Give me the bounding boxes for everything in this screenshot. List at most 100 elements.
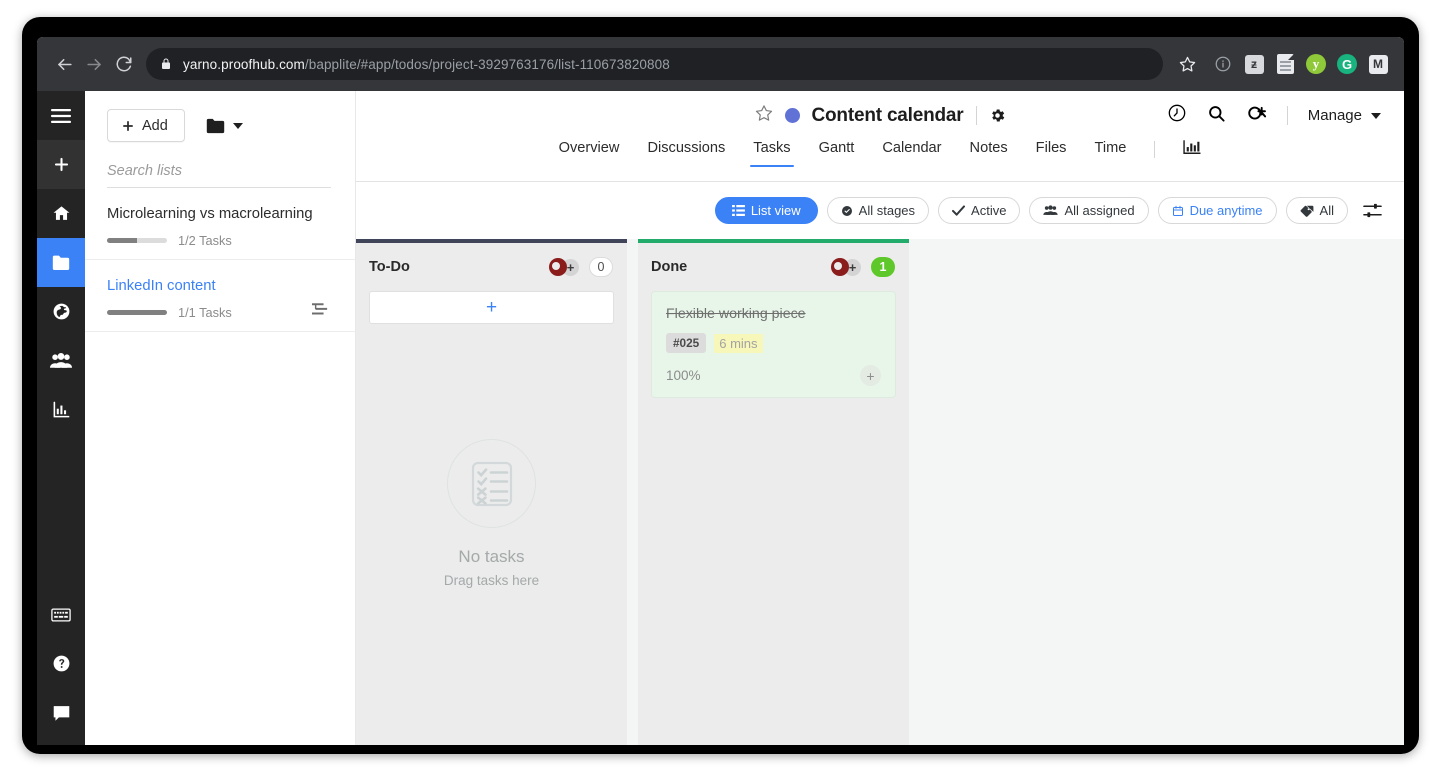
browser-viewport: yarno.proofhub.com/bapplite/#app/todos/p… bbox=[37, 37, 1404, 745]
list-item[interactable]: Microlearning vs macrolearning 1/2 Tasks bbox=[85, 188, 355, 260]
search-lists-field[interactable] bbox=[107, 162, 331, 188]
page-info-button[interactable] bbox=[1209, 50, 1237, 78]
sidebar-item-help[interactable] bbox=[37, 639, 85, 688]
timer-button[interactable] bbox=[1167, 103, 1187, 128]
column-task-count: 1 bbox=[871, 257, 895, 277]
tab-tasks[interactable]: Tasks bbox=[750, 140, 794, 167]
tab-notes[interactable]: Notes bbox=[970, 140, 1008, 166]
list-item-meta: 1/1 Tasks bbox=[107, 305, 331, 320]
sidebar-item-home[interactable] bbox=[37, 189, 85, 238]
add-people-button[interactable] bbox=[1246, 104, 1267, 128]
forward-button[interactable] bbox=[79, 49, 109, 79]
yarno-extension-button[interactable]: y bbox=[1302, 50, 1330, 78]
grammarly-extension-button[interactable]: G bbox=[1333, 50, 1361, 78]
filter-due-anytime[interactable]: Due anytime bbox=[1157, 197, 1277, 224]
lists-toolbar: Add bbox=[85, 109, 355, 142]
page-info-icon bbox=[1215, 56, 1231, 72]
chevron-down-icon bbox=[1371, 112, 1381, 119]
document-extension-icon bbox=[1276, 54, 1294, 74]
filter-due-anytime-label: Due anytime bbox=[1189, 203, 1263, 218]
menu-icon bbox=[51, 108, 71, 123]
tab-discussions[interactable]: Discussions bbox=[647, 140, 725, 166]
empty-state-illustration bbox=[447, 439, 536, 528]
list-task-count: 1/1 Tasks bbox=[178, 305, 232, 320]
tab-time[interactable]: Time bbox=[1094, 140, 1126, 166]
gear-icon bbox=[991, 109, 1004, 122]
favorite-star-button[interactable] bbox=[755, 104, 773, 127]
star-icon bbox=[1179, 56, 1195, 72]
sidebar-item-people[interactable] bbox=[37, 336, 85, 385]
tab-reports[interactable] bbox=[1183, 140, 1202, 169]
add-user-icon bbox=[1248, 106, 1266, 120]
filter-all-stages[interactable]: All stages bbox=[826, 197, 930, 224]
bar-chart-icon bbox=[1183, 140, 1202, 154]
extension-tile-button[interactable]: ƶ bbox=[1240, 50, 1268, 78]
task-card[interactable]: Flexible working piece #025 6 mins 100% … bbox=[651, 291, 896, 398]
url-text: yarno.proofhub.com/bapplite/#app/todos/p… bbox=[183, 57, 670, 72]
mail-extension-button[interactable]: M bbox=[1364, 50, 1392, 78]
url-host: yarno.proofhub.com bbox=[183, 56, 305, 72]
filter-active[interactable]: Active bbox=[938, 197, 1021, 224]
empty-state-subtitle: Drag tasks here bbox=[443, 573, 540, 588]
divider bbox=[1154, 141, 1156, 158]
back-button[interactable] bbox=[49, 49, 79, 79]
projects-folder-icon bbox=[52, 255, 70, 270]
sidebar-item-keyboard[interactable] bbox=[37, 590, 85, 639]
column-assign-button[interactable]: + bbox=[549, 258, 579, 276]
folder-filter-dropdown[interactable] bbox=[206, 118, 243, 134]
column-task-count: 0 bbox=[589, 257, 613, 277]
sidebar-item-projects[interactable] bbox=[37, 238, 85, 287]
search-lists-input[interactable] bbox=[107, 163, 331, 179]
empty-state-title: No tasks bbox=[458, 547, 525, 566]
tab-files[interactable]: Files bbox=[1036, 140, 1067, 166]
filter-list-view[interactable]: List view bbox=[714, 197, 818, 224]
sidebar-item-chat[interactable] bbox=[37, 688, 85, 737]
tab-gantt[interactable]: Gantt bbox=[819, 140, 855, 166]
task-board: To-Do + 0 + No tasks Drag tasks here Don… bbox=[356, 239, 1404, 745]
tab-calendar[interactable]: Calendar bbox=[882, 140, 941, 166]
rail-bottom-group bbox=[37, 590, 85, 737]
tab-overview[interactable]: Overview bbox=[559, 140, 620, 166]
reports-chart-icon bbox=[53, 401, 69, 418]
sliders-icon bbox=[1363, 203, 1382, 218]
star-outline-icon bbox=[755, 105, 772, 121]
calendar-icon bbox=[1172, 205, 1183, 216]
sidebar-item-menu[interactable] bbox=[37, 91, 85, 140]
url-path: /bapplite/#app/todos/project-3929763176/… bbox=[304, 56, 670, 72]
filter-all-assigned[interactable]: All assigned bbox=[1029, 197, 1149, 224]
bookmark-button[interactable] bbox=[1172, 49, 1202, 79]
add-task-card-button[interactable]: + bbox=[369, 291, 614, 324]
list-layout-icon bbox=[312, 303, 328, 315]
reload-button[interactable] bbox=[109, 49, 139, 79]
task-time-badge: 6 mins bbox=[714, 333, 763, 353]
filter-all-labels[interactable]: All bbox=[1285, 197, 1348, 224]
add-list-button[interactable]: Add bbox=[107, 109, 185, 142]
list-item[interactable]: LinkedIn content 1/1 Tasks bbox=[85, 260, 355, 332]
search-button[interactable] bbox=[1207, 104, 1226, 128]
list-options-icon[interactable] bbox=[312, 303, 328, 321]
column-assign-button[interactable]: + bbox=[831, 258, 861, 276]
grammarly-extension-icon: G bbox=[1337, 54, 1357, 74]
filter-list-view-label: List view bbox=[750, 203, 801, 218]
left-icon-rail bbox=[37, 91, 85, 745]
people-icon bbox=[1043, 205, 1059, 215]
add-icon bbox=[54, 157, 68, 172]
filter-settings-button[interactable] bbox=[1363, 202, 1382, 219]
mail-extension-icon: M bbox=[1368, 54, 1388, 74]
project-settings-button[interactable] bbox=[989, 107, 1006, 124]
list-progress-bar bbox=[107, 238, 167, 243]
application-body: Add Microlearning vs macrolearning 1/2 T… bbox=[37, 91, 1404, 745]
sidebar-item-add[interactable] bbox=[37, 140, 85, 189]
lock-icon bbox=[160, 58, 172, 70]
filter-all-labels-label: All bbox=[1319, 203, 1334, 218]
yarno-extension-icon: y bbox=[1306, 54, 1326, 74]
document-extension-button[interactable] bbox=[1271, 50, 1299, 78]
sidebar-item-everything[interactable] bbox=[37, 287, 85, 336]
search-icon bbox=[1208, 105, 1225, 122]
lists-sidebar: Add Microlearning vs macrolearning 1/2 T… bbox=[85, 91, 356, 745]
manage-dropdown[interactable]: Manage bbox=[1308, 107, 1381, 124]
task-add-button[interactable]: + bbox=[860, 365, 881, 386]
address-bar[interactable]: yarno.proofhub.com/bapplite/#app/todos/p… bbox=[146, 48, 1163, 80]
help-icon bbox=[53, 655, 69, 672]
sidebar-item-reports[interactable] bbox=[37, 385, 85, 434]
